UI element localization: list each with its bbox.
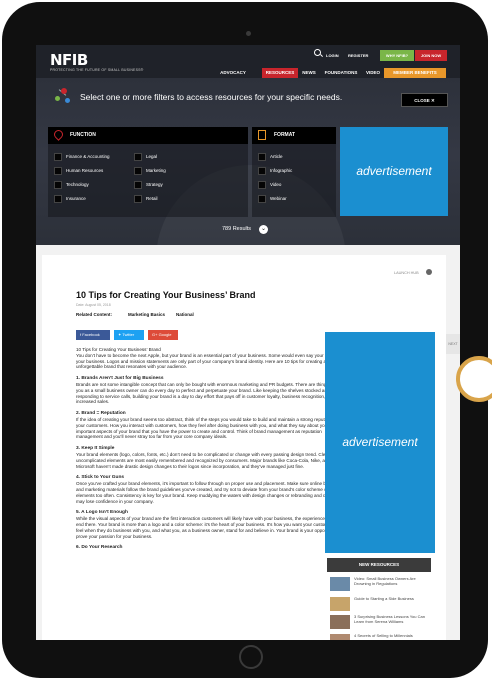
checkbox-video[interactable] [258,181,266,189]
checkbox-label: Marketing [146,168,166,173]
molecule-icon [55,88,71,104]
filter-hero: NFIB PROTECTING THE FUTURE OF SMALL BUSI… [36,45,460,275]
resource-item[interactable]: 3 Surprising Business Lessons You Can Le… [330,614,434,632]
camera-dot [246,31,251,36]
checkbox-infographic[interactable] [258,167,266,175]
nav-advocacy[interactable]: ADVOCACY [216,68,250,78]
filter-prompt: Select one or more filters to access res… [36,83,460,113]
register-link[interactable]: REGISTER [348,51,368,61]
checkbox-strategy[interactable] [134,181,142,189]
home-button[interactable] [239,645,263,669]
nav-resources[interactable]: RESOURCES [262,68,298,78]
resource-item[interactable]: Guide to Starting a Side Business [330,596,434,614]
section-text: While the visual aspects of your brand a… [76,516,343,539]
resource-item[interactable]: 4 Secrets of Selling to Millennials [330,633,434,640]
checkbox-label: Retail [146,196,158,201]
facebook-share-button[interactable]: f Facebook [76,330,110,340]
tag-marketing-basics[interactable]: Marketing Basics [128,312,165,317]
checkbox-marketing[interactable] [134,167,142,175]
join-now-button[interactable]: JOIN NOW [415,50,447,61]
checkbox-label: Webinar [270,196,287,201]
checkbox-label: Article [270,154,283,159]
resource-thumbnail [330,577,350,591]
format-panel: FORMAT Article Infographic Video Webinar [252,127,336,217]
why-nfib-button[interactable]: WHY NFIB? [380,50,414,61]
advertisement-banner[interactable]: advertisement [340,127,448,216]
launch-hub-link[interactable]: LAUNCH HUB [394,271,419,275]
tablet-frame: NFIB PROTECTING THE FUTURE OF SMALL BUSI… [2,2,488,678]
nav-news[interactable]: NEWS [299,68,319,78]
checkbox-webinar[interactable] [258,195,266,203]
resource-thumbnail [330,597,350,611]
tag-national[interactable]: National [176,312,194,317]
checkbox-article[interactable] [258,153,266,161]
screen: NFIB PROTECTING THE FUTURE OF SMALL BUSI… [36,45,460,640]
nfib-logo[interactable]: NFIB [50,51,88,69]
format-title: FORMAT [274,132,296,138]
resource-item[interactable]: Video: Small Business Owners Are Drownin… [330,576,434,594]
checkbox-hr[interactable] [54,167,62,175]
close-filters-button[interactable]: CLOSE ✕ [401,93,448,107]
nav-foundations[interactable]: FOUNDATIONS [320,68,362,78]
checkbox-technology[interactable] [54,181,62,189]
checkbox-label: Finance & Accounting [66,154,110,159]
function-title: FUNCTION [70,132,96,138]
article-body: 10 Tips for Creating Your Business’ Bran… [76,347,346,551]
results-count[interactable]: 789 Results [222,224,251,234]
checkbox-label: Strategy [146,182,163,187]
nav-video[interactable]: VIDEO [364,68,382,78]
checkbox-label: Technology [66,182,89,187]
checkbox-legal[interactable] [134,153,142,161]
intro-paragraph: You don’t have to become the next Apple,… [76,352,342,370]
checkbox-label: Human Resources [66,168,104,173]
section-text: Brands are not some intangible concept t… [76,381,338,405]
nav-member-benefits[interactable]: MEMBER BENEFITS [384,68,446,78]
twitter-share-button[interactable]: ✦ Twitter [114,330,144,340]
checkbox-retail[interactable] [134,195,142,203]
resource-title: Guide to Starting a Side Business [354,596,414,601]
checkbox-label: Video [270,182,282,187]
login-link[interactable]: LOGIN [326,51,339,61]
chevron-down-icon[interactable]: ⌄ [259,225,268,234]
checkbox-label: Insurance [66,196,86,201]
next-button[interactable]: NEXT [446,334,460,354]
resource-title: Video: Small Business Owners Are Drownin… [354,576,416,586]
format-header: FORMAT [252,127,336,144]
section-heading: 6. Do Your Research [76,545,123,551]
section-text: If the idea of creating your brand seems… [76,416,345,440]
sidebar-advertisement[interactable]: advertisement [325,332,435,553]
checkbox-insurance[interactable] [54,195,62,203]
search-icon[interactable] [314,49,321,56]
logo-tagline: PROTECTING THE FUTURE OF SMALL BUSINESS® [50,68,144,72]
google-share-button[interactable]: G+ Google [148,330,178,340]
launch-icon[interactable] [426,269,432,275]
document-icon [258,130,266,140]
top-nav: NFIB PROTECTING THE FUTURE OF SMALL BUSI… [36,45,460,78]
article-date: Date: August 05, 2018 [76,303,111,307]
checkbox-finance[interactable] [54,153,62,161]
function-panel: FUNCTION Finance & Accounting Legal Huma… [48,127,248,217]
lightbulb-icon [52,128,65,141]
resource-title: 3 Surprising Business Lessons You Can Le… [354,614,425,624]
section-text: Once you’ve crafted your brand elements,… [76,481,346,504]
section-text: Your brand elements (logo, colors, fonts… [76,451,332,469]
related-label: Related Content: [76,312,112,317]
checkbox-label: Legal [146,154,158,159]
new-resources-header: NEW RESOURCES [327,558,431,572]
function-header: FUNCTION [48,127,248,144]
article-title: 10 Tips for Creating Your Business’ Bran… [76,290,256,300]
checkbox-label: Infographic [270,168,293,173]
resource-title: 4 Secrets of Selling to Millennials [354,633,413,638]
resource-thumbnail [330,634,350,640]
resource-thumbnail [330,615,350,629]
filter-message: Select one or more filters to access res… [80,92,343,102]
